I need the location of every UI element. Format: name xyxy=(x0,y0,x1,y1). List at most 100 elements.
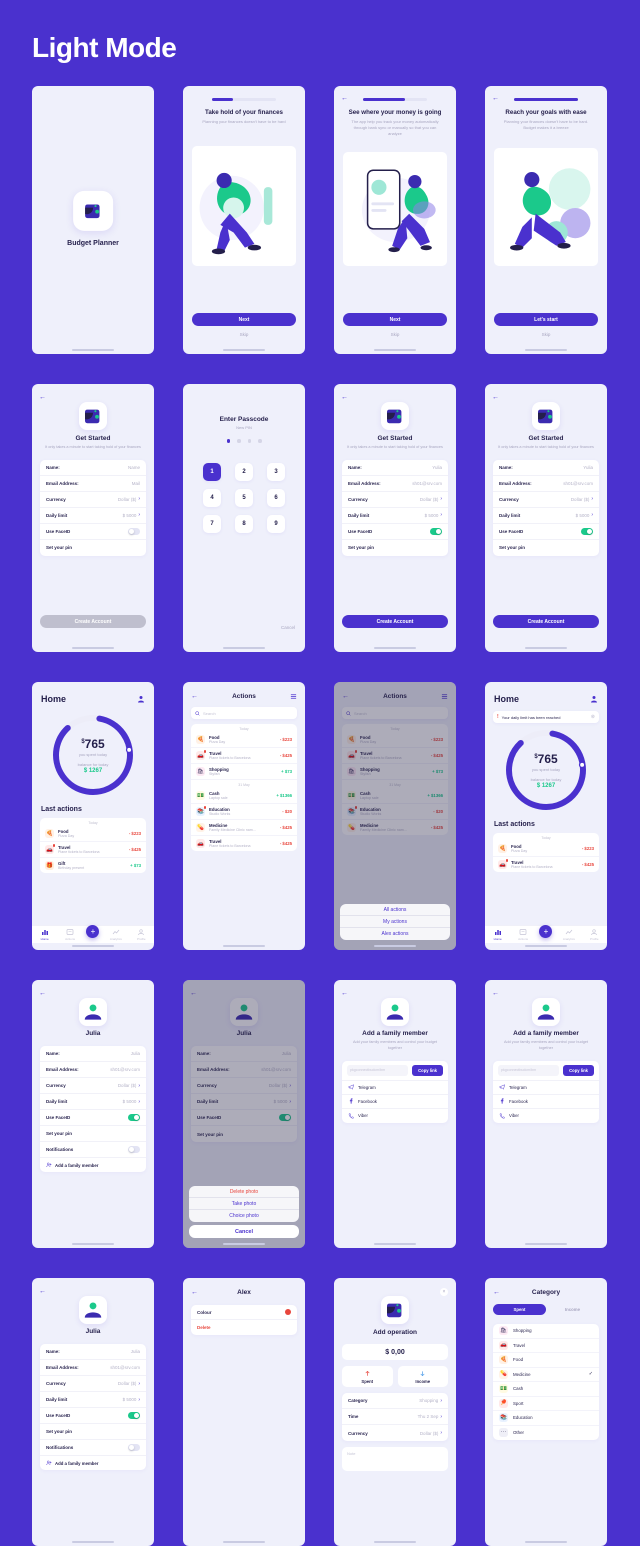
field-faceid[interactable]: Use FaceID xyxy=(40,1110,146,1126)
tab-income[interactable]: Income xyxy=(546,1304,599,1315)
key-3[interactable]: 3 xyxy=(267,462,285,481)
list-item[interactable]: 🏓 Sport xyxy=(493,1397,599,1411)
field-daily-limit[interactable]: Daily limit $ 5000 › xyxy=(40,508,146,524)
field-set-pin[interactable]: Set your pin xyxy=(40,1126,146,1142)
field-name[interactable]: Name: Julia xyxy=(40,1046,146,1062)
tab-spent[interactable]: Spent xyxy=(493,1304,546,1315)
skip-button[interactable]: Skip xyxy=(485,332,607,337)
avatar[interactable] xyxy=(79,1296,107,1324)
tab-profile[interactable]: Profile xyxy=(585,928,603,941)
back-arrow-icon[interactable]: ← xyxy=(39,394,46,401)
amount-input[interactable]: $ 0,00 xyxy=(342,1344,448,1360)
share-telegram[interactable]: Telegram xyxy=(493,1081,599,1095)
key-9[interactable]: 9 xyxy=(267,514,285,533)
table-row[interactable]: 🎁 Gift Birthday present + $73 xyxy=(40,858,146,873)
field-name[interactable]: Name: Yulia xyxy=(342,460,448,476)
sheet-item-take-photo[interactable]: Take photo xyxy=(189,1198,299,1210)
key-8[interactable]: 8 xyxy=(235,514,253,533)
field-currency[interactable]: Currency Dollar ($) › xyxy=(493,492,599,508)
field-notifications[interactable]: Notifications xyxy=(40,1440,146,1456)
tab-profile[interactable]: Profile xyxy=(132,928,150,941)
cancel-button[interactable]: Cancel xyxy=(189,1225,299,1238)
field-currency[interactable]: Currency Dollar ($) › xyxy=(342,1425,448,1441)
field-set-pin[interactable]: Set your pin xyxy=(40,1424,146,1440)
list-item[interactable]: 💊 Medicine ✓ xyxy=(493,1368,599,1382)
field-category[interactable]: Category Shopping › xyxy=(342,1393,448,1409)
tab-analytics[interactable]: Analytics xyxy=(107,928,125,941)
add-button[interactable]: + xyxy=(539,925,553,938)
search-input[interactable]: Search xyxy=(191,707,297,719)
notifications-toggle[interactable] xyxy=(128,1444,140,1451)
key-5[interactable]: 5 xyxy=(235,488,253,507)
field-faceid[interactable]: Use FaceID xyxy=(342,524,448,540)
field-currency[interactable]: Currency Dollar ($) › xyxy=(342,492,448,508)
lets-start-button[interactable]: Let's start xyxy=(494,313,598,326)
table-row[interactable]: 💵 Cash Laptop sale + $1366 xyxy=(191,788,297,804)
list-item[interactable]: ⋯ Other xyxy=(493,1426,599,1441)
field-daily-limit[interactable]: Daily limit $ 5000 › xyxy=(40,1392,146,1408)
notifications-toggle[interactable] xyxy=(128,1146,140,1153)
field-set-pin[interactable]: Set your pin xyxy=(493,540,599,556)
sheet-item-my-actions[interactable]: My actions xyxy=(340,916,450,928)
tab-actions[interactable]: Actions xyxy=(514,928,532,941)
field-email[interactable]: Email Address: sh01@srv.com xyxy=(342,476,448,492)
field-daily-limit[interactable]: Daily limit $ 5000 › xyxy=(40,1094,146,1110)
person-icon[interactable] xyxy=(590,695,598,703)
tab-home[interactable]: Home xyxy=(36,928,54,941)
tab-home[interactable]: Home xyxy=(489,928,507,941)
back-arrow-icon[interactable]: ← xyxy=(341,990,348,997)
sheet-item-choice-photo[interactable]: Choice photo xyxy=(189,1210,299,1222)
list-item[interactable]: 📚 Education xyxy=(493,1411,599,1426)
table-row[interactable]: 🍕 Food Pizza Day - $223 xyxy=(40,826,146,842)
create-account-button[interactable]: Create Account xyxy=(342,615,448,628)
table-row[interactable]: 🚗 Travel Plane tickets to Barcelona - $425 xyxy=(191,748,297,764)
field-time[interactable]: Time Thu 2 Sep › xyxy=(342,1409,448,1425)
key-4[interactable]: 4 xyxy=(203,488,221,507)
share-facebook[interactable]: Facebook xyxy=(342,1095,448,1109)
field-set-pin[interactable]: Set your pin xyxy=(342,540,448,556)
add-family-member-button[interactable]: Add a family member xyxy=(40,1158,146,1172)
next-button[interactable]: Next xyxy=(192,313,296,326)
field-daily-limit[interactable]: Daily limit $ 5000 › xyxy=(493,508,599,524)
share-facebook[interactable]: Facebook xyxy=(493,1095,599,1109)
invite-link-input[interactable]: pkgconnectbudcm/bm xyxy=(347,1064,409,1076)
key-7[interactable]: 7 xyxy=(203,514,221,533)
note-input[interactable]: Note xyxy=(342,1447,448,1471)
close-icon[interactable]: ⊗ xyxy=(591,714,595,720)
list-item[interactable]: 🚗 Travel xyxy=(493,1339,599,1353)
field-daily-limit[interactable]: Daily limit $ 5000 › xyxy=(342,508,448,524)
avatar[interactable] xyxy=(79,998,107,1026)
faceid-toggle[interactable] xyxy=(128,1114,140,1121)
key-2[interactable]: 2 xyxy=(235,462,253,481)
faceid-toggle[interactable] xyxy=(430,528,442,535)
skip-button[interactable]: Skip xyxy=(334,332,456,337)
table-row[interactable]: 🚗 Travel Plane tickets to Barcelona - $42… xyxy=(493,857,599,872)
back-arrow-icon[interactable]: ← xyxy=(191,1289,198,1296)
sheet-item-delete-photo[interactable]: Delete photo xyxy=(189,1186,299,1198)
list-item[interactable]: 🛍 Shopping xyxy=(493,1324,599,1339)
share-viber[interactable]: Viber xyxy=(342,1109,448,1123)
field-name[interactable]: Name: Julia xyxy=(40,1344,146,1360)
skip-button[interactable]: Skip xyxy=(183,332,305,337)
colour-row[interactable]: Colour xyxy=(191,1305,297,1320)
share-viber[interactable]: Viber xyxy=(493,1109,599,1123)
list-item[interactable]: 💵 Cash xyxy=(493,1382,599,1397)
add-button[interactable]: + xyxy=(86,925,100,938)
field-notifications[interactable]: Notifications xyxy=(40,1142,146,1158)
segment-spent[interactable]: Spent xyxy=(342,1366,393,1387)
back-arrow-icon[interactable]: ← xyxy=(39,990,46,997)
key-1[interactable]: 1 xyxy=(203,462,221,481)
filter-icon[interactable] xyxy=(290,693,297,700)
field-faceid[interactable]: Use FaceID xyxy=(493,524,599,540)
delete-member-button[interactable]: Delete xyxy=(191,1320,297,1335)
invite-link-input[interactable]: pkgconnectbudcm/bm xyxy=(498,1064,560,1076)
sheet-item-alex-actions[interactable]: Alex actions xyxy=(340,928,450,940)
back-arrow-icon[interactable]: ← xyxy=(341,394,348,401)
next-button[interactable]: Next xyxy=(343,313,447,326)
faceid-toggle[interactable] xyxy=(128,1412,140,1419)
add-family-member-button[interactable]: Add a family member xyxy=(40,1456,146,1470)
sheet-item-all-actions[interactable]: All actions xyxy=(340,904,450,916)
table-row[interactable]: 🚗 Travel Plane tickets to Barcelona - $425 xyxy=(191,836,297,851)
table-row[interactable]: 🍕 Food Pizza Day - $223 xyxy=(493,841,599,857)
key-6[interactable]: 6 xyxy=(267,488,285,507)
